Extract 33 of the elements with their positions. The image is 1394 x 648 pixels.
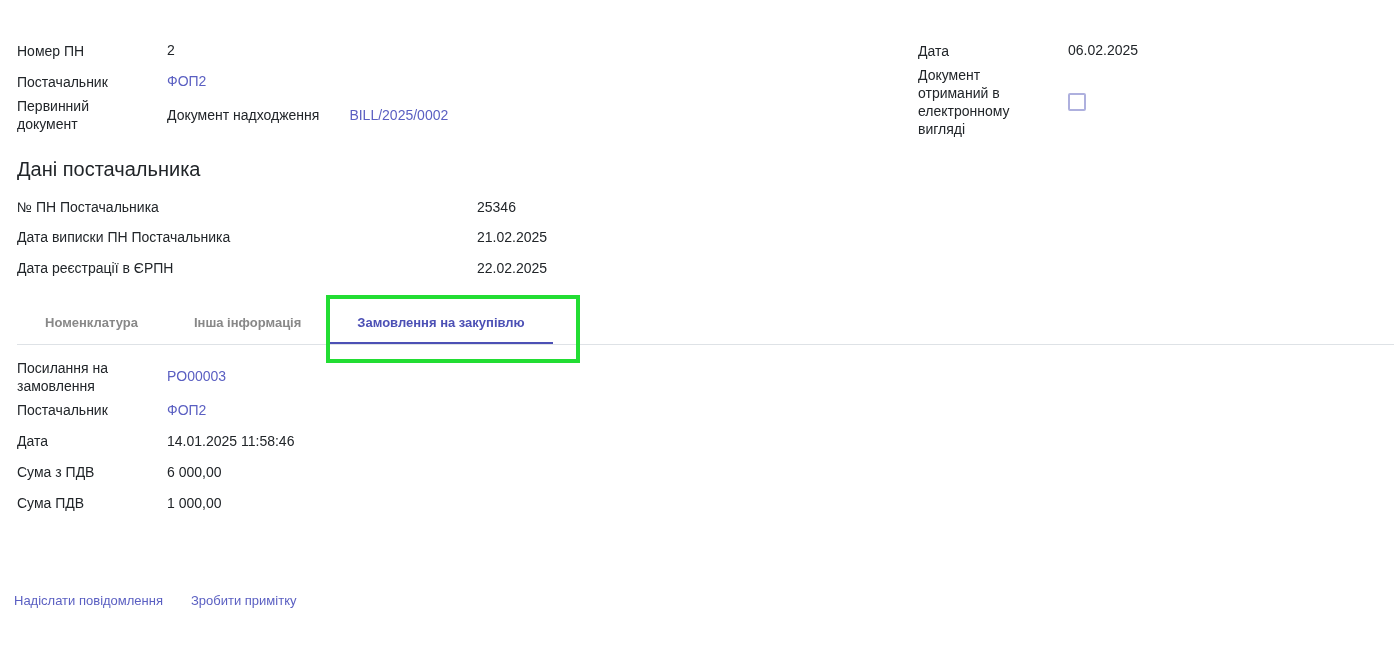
field-label: Дата виписки ПН Постачальника [17, 228, 232, 248]
field-label: Дата [918, 41, 950, 60]
field-label: Первинний документ [17, 97, 90, 133]
field-value: 06.02.2025 [1068, 41, 1139, 60]
field-value: 2 [167, 41, 175, 60]
field-label: Дата [17, 432, 49, 450]
field-label: Постачальник [17, 401, 109, 419]
field-value: 21.02.2025 [477, 228, 548, 248]
field-value: 22.02.2025 [477, 258, 548, 278]
field-value: 6 000,00 [167, 462, 222, 482]
checkbox[interactable] [1068, 93, 1086, 111]
field-value: 25346 [477, 197, 516, 217]
field-label: № ПН Постачальника [17, 197, 160, 217]
field-value: Документ надходження [167, 105, 320, 125]
footer-link[interactable]: Надіслати повідомлення [14, 590, 163, 610]
field-label: Сума з ПДВ [17, 463, 96, 481]
field-value: 1 000,00 [167, 493, 222, 513]
field-label: Дата реєстрації в ЄРПН [17, 258, 175, 278]
field-label: Посилання на замовлення [17, 358, 110, 395]
tab[interactable]: Замовлення на закупівлю [329, 303, 553, 344]
field-link[interactable]: ФОП2 [167, 71, 207, 92]
field-link[interactable]: BILL/2025/0002 [349, 104, 449, 126]
field-value: 14.01.2025 11:58:46 [167, 431, 295, 451]
field-label: Документ отриманий в електронному вигляді [918, 66, 1011, 138]
tab[interactable]: Інша інформація [165, 303, 330, 344]
field-link[interactable]: PO00003 [167, 366, 227, 387]
tab[interactable]: Номенклатура [17, 303, 166, 344]
field-label: Номер ПН [17, 41, 86, 60]
footer-link[interactable]: Зробити примітку [191, 590, 297, 610]
field-label: Постачальник [17, 72, 109, 91]
section-title: Дані постачальника [17, 157, 202, 182]
field-label: Сума ПДВ [17, 494, 86, 512]
field-link[interactable]: ФОП2 [167, 399, 207, 421]
